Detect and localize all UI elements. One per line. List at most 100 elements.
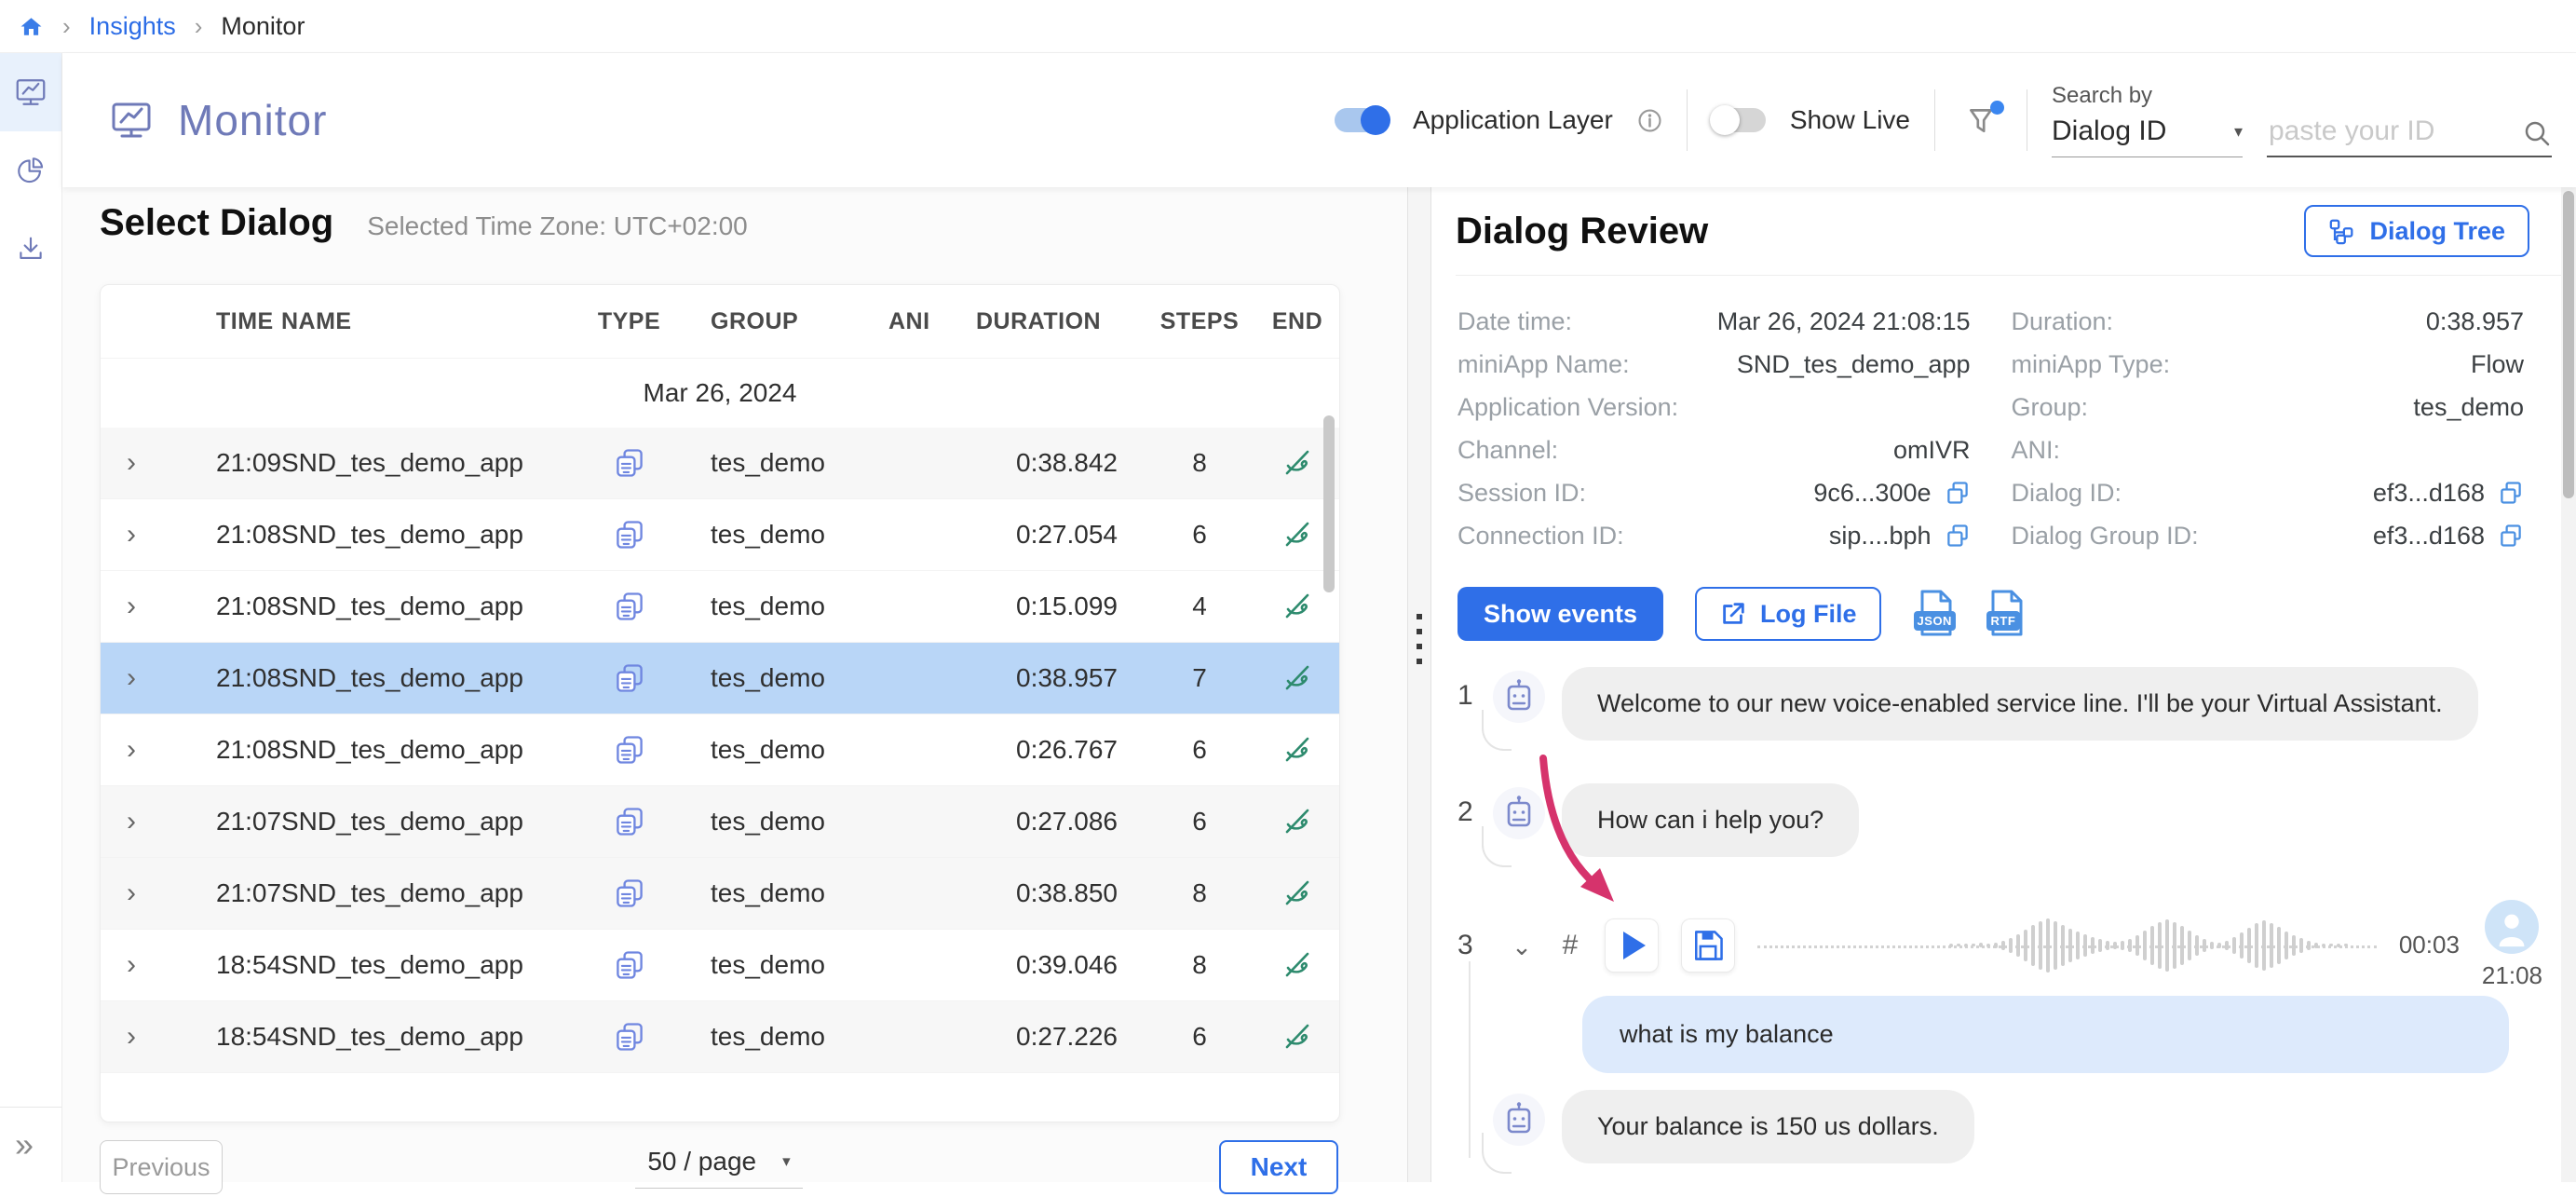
row-expand-chevron[interactable]: › [101,591,175,622]
table-row[interactable]: › 21:08 SND_tes_demo_app tes_demo 0:26.7… [101,714,1339,786]
table-row[interactable]: › 21:07 SND_tes_demo_app tes_demo 0:27.0… [101,786,1339,858]
dialog-type-icon [585,518,673,551]
bot-icon [1482,671,1545,751]
table-row[interactable]: › 21:08 SND_tes_demo_app tes_demo 0:15.0… [101,571,1339,643]
row-expand-chevron[interactable]: › [101,949,175,981]
log-file-button[interactable]: Log File [1695,587,1881,641]
bot-message-bubble: Welcome to our new voice-enabled service… [1562,667,2478,741]
col-end: END [1271,307,1323,334]
call-end-icon [1255,592,1339,621]
row-expand-chevron[interactable]: › [101,806,175,837]
call-end-icon [1255,807,1339,837]
bot-message-bubble: How can i help you? [1562,783,1860,857]
search-input[interactable] [2267,115,2522,148]
cell-steps: 6 [1192,520,1207,549]
table-row[interactable]: › 21:07 SND_tes_demo_app tes_demo 0:38.8… [101,858,1339,930]
detail-label: Duration: [2011,306,2114,335]
cell-group: tes_demo [711,448,825,477]
show-events-button[interactable]: Show events [1457,587,1664,641]
user-avatar [2485,900,2540,954]
chevron-down-icon[interactable]: ⌄ [1508,929,1536,961]
detail-row: Session ID: 9c6...300e [1457,471,1971,514]
copy-icon[interactable] [1945,480,1971,506]
dialog-tree-button[interactable]: Dialog Tree [2304,205,2529,257]
hash-icon[interactable]: # [1558,930,1582,961]
row-expand-chevron[interactable]: › [101,519,175,551]
detail-label: Session ID: [1457,478,1587,507]
drag-grip-icon [1417,614,1422,664]
scrollbar-thumb[interactable] [2563,191,2574,498]
detail-row: miniApp Type: Flow [2012,343,2525,386]
audio-waveform[interactable] [1757,912,2377,979]
application-layer-toggle[interactable] [1335,105,1390,135]
dialog-type-icon [585,1020,673,1054]
show-live-toggle[interactable] [1709,105,1766,135]
divider [1934,89,1935,151]
detail-label: Channel: [1457,435,1559,464]
breadcrumb-chevron-icon: › [194,11,203,40]
cell-time: 21:08 [216,520,282,549]
table-scrollbar[interactable] [1323,415,1335,592]
call-end-icon [1255,735,1339,765]
dialog-type-icon [585,805,673,838]
chat-group: 2 How can i help you? [1457,783,2576,867]
cell-name: SND_tes_demo_app [281,592,523,620]
pane-resize-handle[interactable] [1407,187,1431,1182]
detail-label: Date time: [1457,306,1573,335]
chat-transcript: 1 Welcome to our new voice-enabled servi… [1456,667,2576,1182]
download-json-button[interactable]: JSON [1913,588,1958,640]
cell-group: tes_demo [711,1022,825,1051]
table-row[interactable]: › 21:09 SND_tes_demo_app tes_demo 0:38.8… [101,428,1339,499]
sidebar-item-monitor[interactable] [0,53,61,131]
row-expand-chevron[interactable]: › [101,447,175,479]
call-end-icon [1255,878,1339,908]
page-size-value: 50 / page [647,1146,757,1176]
call-end-icon [1255,1022,1339,1052]
cell-group: tes_demo [711,735,825,764]
chat-group-audio: 3 ⌄ # 00:03 21:08 what is my balance You… [1457,755,2576,1174]
user-message-bubble: what is my balance [1582,996,2509,1073]
cell-steps: 6 [1192,735,1207,764]
sidebar-item-reports[interactable] [0,131,61,210]
search-type-select[interactable]: Dialog ID ▾ [2052,116,2243,157]
detail-label: Connection ID: [1457,521,1624,550]
search-icon[interactable] [2522,118,2552,148]
date-group-row: Mar 26, 2024 [101,358,1339,428]
cell-time: 21:08 [216,592,282,620]
filter-button[interactable] [1959,101,2004,136]
table-row[interactable]: › 18:54 SND_tes_demo_app tes_demo 0:39.0… [101,930,1339,1001]
cell-duration: 0:38.842 [1016,448,1118,477]
download-rtf-button[interactable]: RTF [1984,588,2028,640]
previous-page-button[interactable]: Previous [100,1140,223,1194]
home-icon[interactable] [19,14,44,39]
page-size-select[interactable]: 50 / page ▾ [635,1147,803,1189]
detail-label: Dialog ID: [2011,478,2122,507]
cell-name: SND_tes_demo_app [281,520,523,549]
cell-duration: 0:27.054 [1016,520,1118,549]
cell-steps: 4 [1192,592,1207,620]
copy-icon[interactable] [1945,523,1971,549]
cell-name: SND_tes_demo_app [281,735,523,764]
detail-value: ef3...d168 [2372,478,2485,507]
col-name: NAME [281,307,352,334]
breadcrumb-insights-link[interactable]: Insights [89,12,176,41]
copy-icon[interactable] [2498,480,2524,506]
sidebar-item-export[interactable] [0,210,61,288]
log-file-label: Log File [1760,599,1857,628]
table-row[interactable]: › 18:54 SND_tes_demo_app tes_demo 0:27.2… [101,1001,1339,1073]
next-page-button[interactable]: Next [1219,1140,1338,1194]
row-expand-chevron[interactable]: › [101,1021,175,1053]
info-icon[interactable] [1637,108,1662,133]
download-icon [15,233,47,265]
sidebar-expand-button[interactable]: » [0,1107,61,1182]
save-audio-button[interactable] [1681,918,1735,973]
table-row-selected[interactable]: › 21:08 SND_tes_demo_app tes_demo 0:38.9… [101,643,1339,714]
copy-icon[interactable] [2498,523,2524,549]
row-expand-chevron[interactable]: › [101,662,175,694]
table-row[interactable]: › 21:08 SND_tes_demo_app tes_demo 0:27.0… [101,499,1339,571]
row-expand-chevron[interactable]: › [101,877,175,909]
detail-row: Dialog ID: ef3...d168 [2012,471,2525,514]
play-button[interactable] [1605,918,1659,973]
cell-time: 18:54 [216,950,282,979]
row-expand-chevron[interactable]: › [101,734,175,766]
